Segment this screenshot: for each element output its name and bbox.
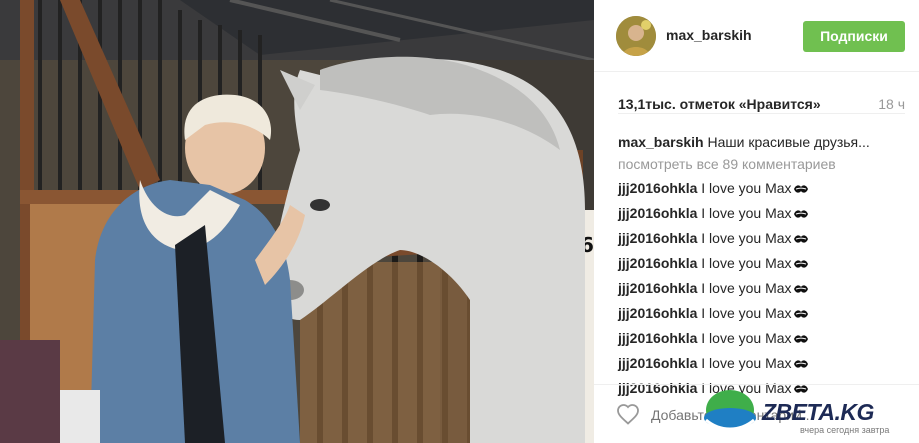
kiss-mark-icon (793, 360, 808, 368)
kiss-mark-icon (793, 185, 808, 193)
post-details-panel: max_barskih Подписки 13,1тыс. отметок «Н… (594, 0, 919, 443)
view-all-comments-link[interactable]: посмотреть все 89 комментариев (618, 155, 908, 179)
comment-text: I love you Max (701, 205, 792, 221)
comment-row: jjj2016ohkla I love you Max (618, 354, 908, 379)
comment-username[interactable]: jjj2016ohkla (618, 330, 697, 346)
caption-text: Наши красивые друзья... (707, 134, 870, 150)
post-author-username[interactable]: max_barskih (666, 27, 752, 43)
kiss-mark-icon (793, 285, 808, 293)
photo-illustration: 6 (0, 0, 594, 443)
kiss-mark-icon (793, 310, 808, 318)
add-comment-input[interactable] (651, 405, 841, 425)
avatar[interactable] (616, 16, 656, 56)
kiss-mark-icon (793, 210, 808, 218)
comment-row: jjj2016ohkla I love you Max (618, 254, 908, 279)
comment-username[interactable]: jjj2016ohkla (618, 255, 697, 271)
kiss-mark-icon (793, 260, 808, 268)
comment-row: jjj2016ohkla I love you Max (618, 329, 908, 354)
comment-text: I love you Max (701, 180, 792, 196)
comment-text: I love you Max (701, 230, 792, 246)
kiss-mark-icon (793, 335, 808, 343)
comment-row: jjj2016ohkla I love you Max (618, 279, 908, 304)
kiss-mark-icon (793, 235, 808, 243)
following-button[interactable]: Подписки (803, 21, 905, 52)
comment-username[interactable]: jjj2016ohkla (618, 180, 697, 196)
likes-row: 13,1тыс. отметок «Нравится» 18 ч (618, 96, 905, 114)
avatar-image (616, 16, 656, 56)
comment-text: I love you Max (701, 255, 792, 271)
comment-username[interactable]: jjj2016ohkla (618, 230, 697, 246)
comment-text: I love you Max (701, 305, 792, 321)
post-photo[interactable]: 6 (0, 0, 594, 443)
comment-text: I love you Max (701, 330, 792, 346)
comment-username[interactable]: jjj2016ohkla (618, 280, 697, 296)
post-actions-bar (594, 384, 919, 443)
comment-text: I love you Max (701, 355, 792, 371)
like-heart-icon[interactable] (616, 403, 640, 425)
comment-username[interactable]: jjj2016ohkla (618, 305, 697, 321)
comment-row: jjj2016ohkla I love you Max (618, 304, 908, 329)
comment-username[interactable]: jjj2016ohkla (618, 355, 697, 371)
comments-list: max_barskih Наши красивые друзья... посм… (618, 133, 908, 404)
comment-row: jjj2016ohkla I love you Max (618, 179, 908, 204)
comment-row: jjj2016ohkla I love you Max (618, 229, 908, 254)
comment-row: jjj2016ohkla I love you Max (618, 204, 908, 229)
post-header: max_barskih Подписки (594, 0, 919, 72)
comment-username[interactable]: jjj2016ohkla (618, 205, 697, 221)
post-timestamp[interactable]: 18 ч (878, 96, 905, 112)
likes-count[interactable]: 13,1тыс. отметок «Нравится» (618, 96, 821, 112)
comment-text: I love you Max (701, 280, 792, 296)
caption-username[interactable]: max_barskih (618, 134, 704, 150)
post-caption: max_barskih Наши красивые друзья... (618, 133, 908, 153)
